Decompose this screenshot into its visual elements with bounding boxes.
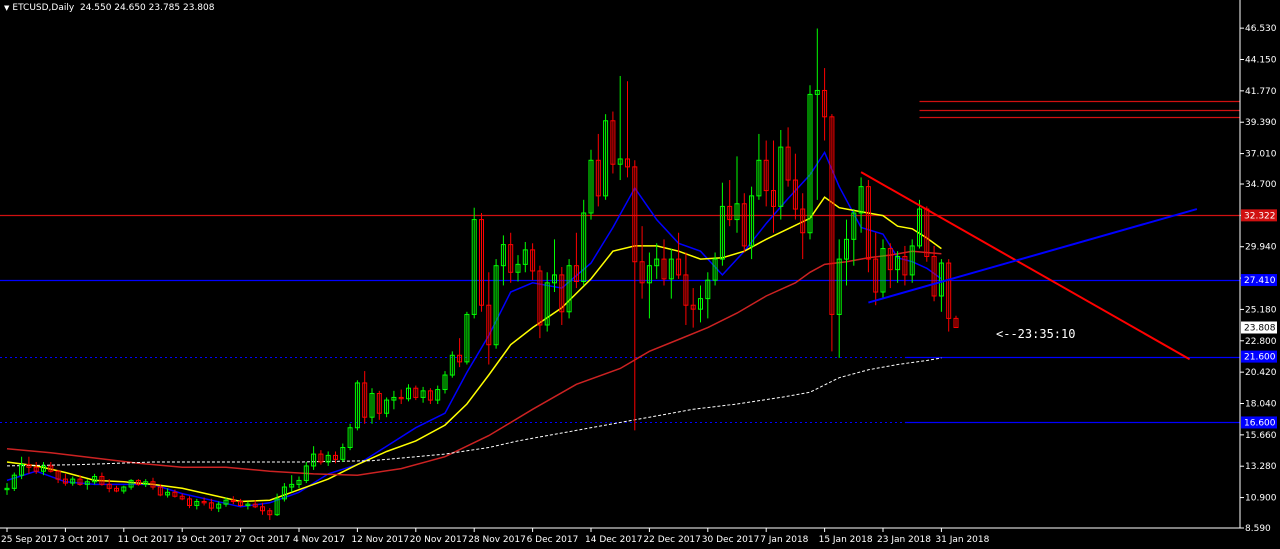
x-tick-label: 31 Jan 2018 bbox=[935, 535, 989, 545]
x-tick-label: 6 Dec 2017 bbox=[527, 535, 579, 545]
x-tick-label: 28 Nov 2017 bbox=[468, 535, 526, 545]
price-chart[interactable]: 46.530 44.150 41.770 39.390 37.010 34.700 32.3… bbox=[0, 0, 1280, 549]
x-tick-label: 14 Dec 2017 bbox=[585, 535, 643, 545]
x-tick-label: 15 Jan 2018 bbox=[819, 535, 873, 545]
x-tick-label: 22 Dec 2017 bbox=[643, 535, 701, 545]
y-tick-label: 44.150 bbox=[1245, 56, 1277, 66]
y-tick-label: 41.770 bbox=[1245, 87, 1277, 97]
y-tick-label: 39.390 bbox=[1245, 118, 1277, 128]
bar-countdown: <--23:35:10 bbox=[996, 327, 1076, 341]
y-tick-label: 13.280 bbox=[1245, 462, 1277, 472]
y-tick-label: 34.700 bbox=[1245, 180, 1277, 190]
price-tag-label: 21.600 bbox=[1244, 353, 1276, 363]
price-tag-label: 16.600 bbox=[1244, 418, 1276, 428]
x-tick-label: 27 Oct 2017 bbox=[235, 535, 291, 545]
y-tick-label: 10.900 bbox=[1245, 494, 1277, 504]
x-tick-label: 23 Jan 2018 bbox=[877, 535, 931, 545]
plot-area bbox=[0, 28, 1240, 520]
y-tick-label: 15.660 bbox=[1245, 431, 1277, 441]
y-tick-label: 46.530 bbox=[1245, 24, 1277, 34]
x-tick-label: 11 Oct 2017 bbox=[118, 535, 174, 545]
y-tick-label: 22.800 bbox=[1245, 337, 1277, 347]
price-tag-label: 27.410 bbox=[1244, 276, 1276, 286]
x-tick-label: 19 Oct 2017 bbox=[176, 535, 232, 545]
last-price-label: 23.808 bbox=[1244, 324, 1276, 334]
x-tick-label: 4 Nov 2017 bbox=[293, 535, 345, 545]
y-tick-label: 18.040 bbox=[1245, 399, 1277, 409]
x-tick-label: 12 Nov 2017 bbox=[351, 535, 409, 545]
x-tick-label: 30 Dec 2017 bbox=[702, 535, 760, 545]
x-tick-label: 3 Oct 2017 bbox=[59, 535, 109, 545]
y-tick-label: 20.420 bbox=[1245, 368, 1277, 378]
y-tick-label: 25.180 bbox=[1245, 305, 1277, 315]
x-tick-label: 25 Sep 2017 bbox=[1, 535, 58, 545]
x-tick-label: 20 Nov 2017 bbox=[410, 535, 468, 545]
y-tick-label: 8.590 bbox=[1245, 524, 1271, 534]
moving-average-line bbox=[6, 150, 942, 508]
x-tick-label: 7 Jan 2018 bbox=[760, 535, 808, 545]
y-tick-label: 37.010 bbox=[1245, 150, 1277, 160]
price-tag-label: 32.322 bbox=[1244, 211, 1276, 221]
y-tick-label: 29.940 bbox=[1245, 243, 1277, 253]
moving-average-line bbox=[6, 357, 942, 467]
